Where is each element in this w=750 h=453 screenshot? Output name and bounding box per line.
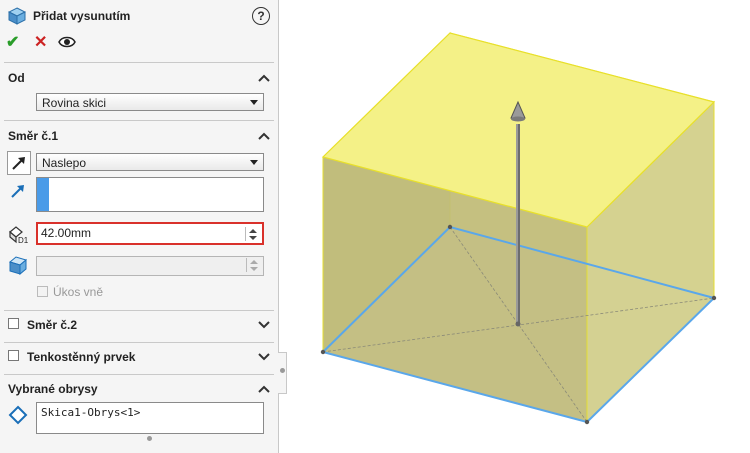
direction-vector-icon [11, 185, 24, 198]
divider [4, 62, 274, 63]
from-section-title: Od [8, 71, 25, 85]
depth-input[interactable]: 42.00mm [36, 222, 264, 245]
ok-check-icon[interactable]: ✔ [6, 32, 19, 52]
draft-icon[interactable] [7, 254, 29, 276]
action-bar: ✔ ✕ [0, 32, 278, 56]
depth-dimension-icon: D1 [9, 226, 29, 245]
spin-down-icon [250, 267, 258, 271]
spin-down-icon[interactable] [249, 236, 257, 240]
draft-spinner [246, 258, 261, 272]
property-manager: Přidat vysunutím ? ✔ ✕ Od Rovina skici S… [0, 0, 279, 453]
divider [4, 120, 274, 121]
selection-focus-indicator [37, 178, 49, 211]
chevron-up-icon[interactable] [258, 384, 270, 394]
spin-up-icon[interactable] [249, 229, 257, 233]
sketch-vertex [447, 224, 453, 230]
splitter-grip-icon [280, 368, 285, 373]
dropdown-arrow-icon [250, 100, 258, 105]
from-dropdown[interactable]: Rovina skici [36, 93, 264, 111]
direction-selection-box[interactable] [36, 177, 264, 212]
divider [4, 374, 274, 375]
draft-angle-input [36, 256, 264, 276]
selected-contours-list[interactable]: Skica1-Obrys<1> [36, 402, 264, 434]
list-resize-handle[interactable] [147, 436, 152, 441]
depth-spinner[interactable] [245, 227, 260, 241]
help-icon[interactable]: ? [252, 7, 270, 25]
dropdown-arrow-icon [250, 160, 258, 165]
sketch-vertex [320, 349, 326, 355]
svg-text:D1: D1 [18, 236, 29, 245]
depth-value: 42.00mm [41, 226, 92, 240]
sketch-vertex [584, 419, 590, 425]
thin-feature-section-title: Tenkostěnný prvek [27, 350, 136, 364]
divider [4, 310, 274, 311]
feature-title: Přidat vysunutím [33, 9, 131, 23]
spin-up-icon [250, 260, 258, 264]
end-condition-value: Naslepo [42, 156, 87, 170]
preview-eye-icon[interactable] [58, 36, 76, 48]
chevron-up-icon[interactable] [258, 131, 270, 141]
chevron-down-icon[interactable] [258, 352, 270, 362]
direction2-section-title: Směr č.2 [27, 318, 78, 332]
panel-splitter[interactable] [278, 352, 287, 394]
from-dropdown-value: Rovina skici [42, 96, 107, 110]
direction1-section-title: Směr č.1 [8, 129, 59, 143]
draft-outward-checkbox [37, 286, 48, 297]
contour-list-item[interactable]: Skica1-Obrys<1> [41, 406, 140, 419]
selected-contours-section-title: Vybrané obrysy [8, 382, 98, 396]
sketch-vertex [711, 295, 717, 301]
cancel-x-icon[interactable]: ✕ [34, 32, 47, 52]
thin-feature-checkbox[interactable] [8, 350, 19, 361]
divider [4, 342, 274, 343]
feature-header: Přidat vysunutím ? [0, 0, 278, 32]
reverse-direction-icon[interactable] [7, 151, 31, 175]
depth-drag-handle-base [511, 116, 525, 122]
extrude-feature-icon [8, 7, 26, 25]
chevron-up-icon[interactable] [258, 73, 270, 83]
graphics-area[interactable] [287, 0, 750, 453]
end-condition-dropdown[interactable]: Naslepo [36, 153, 264, 171]
contour-selection-icon [8, 405, 28, 425]
depth-drag-handle-origin [515, 321, 521, 327]
direction2-checkbox[interactable] [8, 318, 19, 329]
draft-outward-label: Úkos vně [53, 285, 104, 299]
chevron-down-icon[interactable] [258, 320, 270, 330]
